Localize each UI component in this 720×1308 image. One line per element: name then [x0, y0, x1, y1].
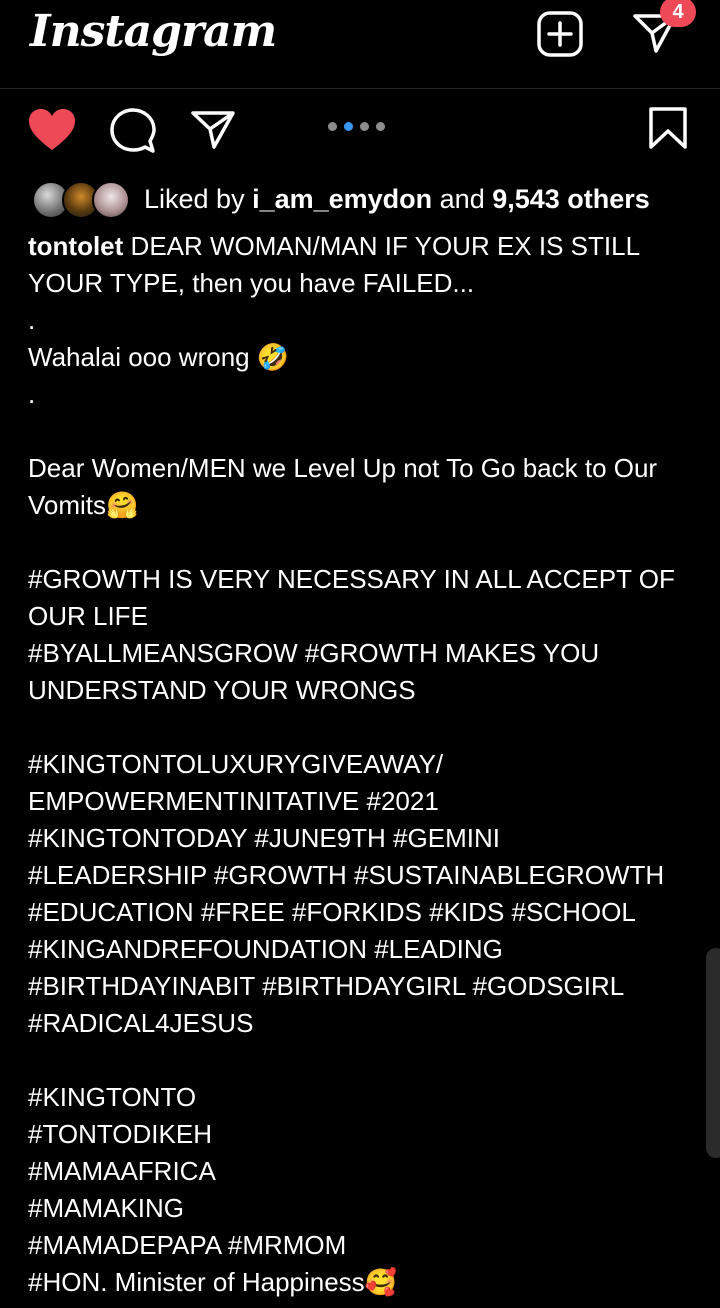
- liked-by-and: and: [432, 183, 493, 214]
- share-icon: [191, 111, 235, 149]
- bookmark-icon: [649, 107, 687, 149]
- header-divider: [0, 88, 720, 89]
- liked-by-text[interactable]: Liked by i_am_emydon and 9,543 others: [144, 184, 650, 215]
- liker-avatars[interactable]: [32, 179, 130, 219]
- scroll-handle[interactable]: [706, 948, 720, 1158]
- liked-by-user[interactable]: i_am_emydon: [252, 184, 432, 214]
- post-caption: tontolet DEAR WOMAN/MAN IF YOUR EX IS ST…: [28, 228, 698, 1301]
- share-button[interactable]: [190, 110, 236, 155]
- heart-icon: [29, 109, 75, 150]
- dm-count-badge: 4: [660, 0, 696, 27]
- carousel-dot: [328, 122, 337, 131]
- carousel-indicator: [328, 122, 385, 131]
- new-post-icon: [537, 11, 583, 57]
- bookmark-button[interactable]: [648, 106, 688, 155]
- comment-icon: [110, 108, 156, 153]
- carousel-dot: [376, 122, 385, 131]
- carousel-dot-active: [344, 122, 353, 131]
- instagram-logo[interactable]: Instagram: [30, 6, 277, 57]
- carousel-dot: [360, 122, 369, 131]
- liked-by-prefix: Liked by: [144, 183, 253, 214]
- avatar: [92, 181, 130, 219]
- comment-button[interactable]: [110, 108, 156, 159]
- top-bar: Instagram 4: [0, 0, 720, 88]
- likes-count[interactable]: 9,543 others: [492, 184, 650, 214]
- caption-text: DEAR WOMAN/MAN IF YOUR EX IS STILL YOUR …: [28, 231, 675, 1297]
- likes-row[interactable]: Liked by i_am_emydon and 9,543 others: [32, 178, 650, 220]
- like-button[interactable]: [28, 108, 76, 157]
- new-post-button[interactable]: [536, 10, 584, 63]
- caption-username[interactable]: tontolet: [28, 231, 123, 261]
